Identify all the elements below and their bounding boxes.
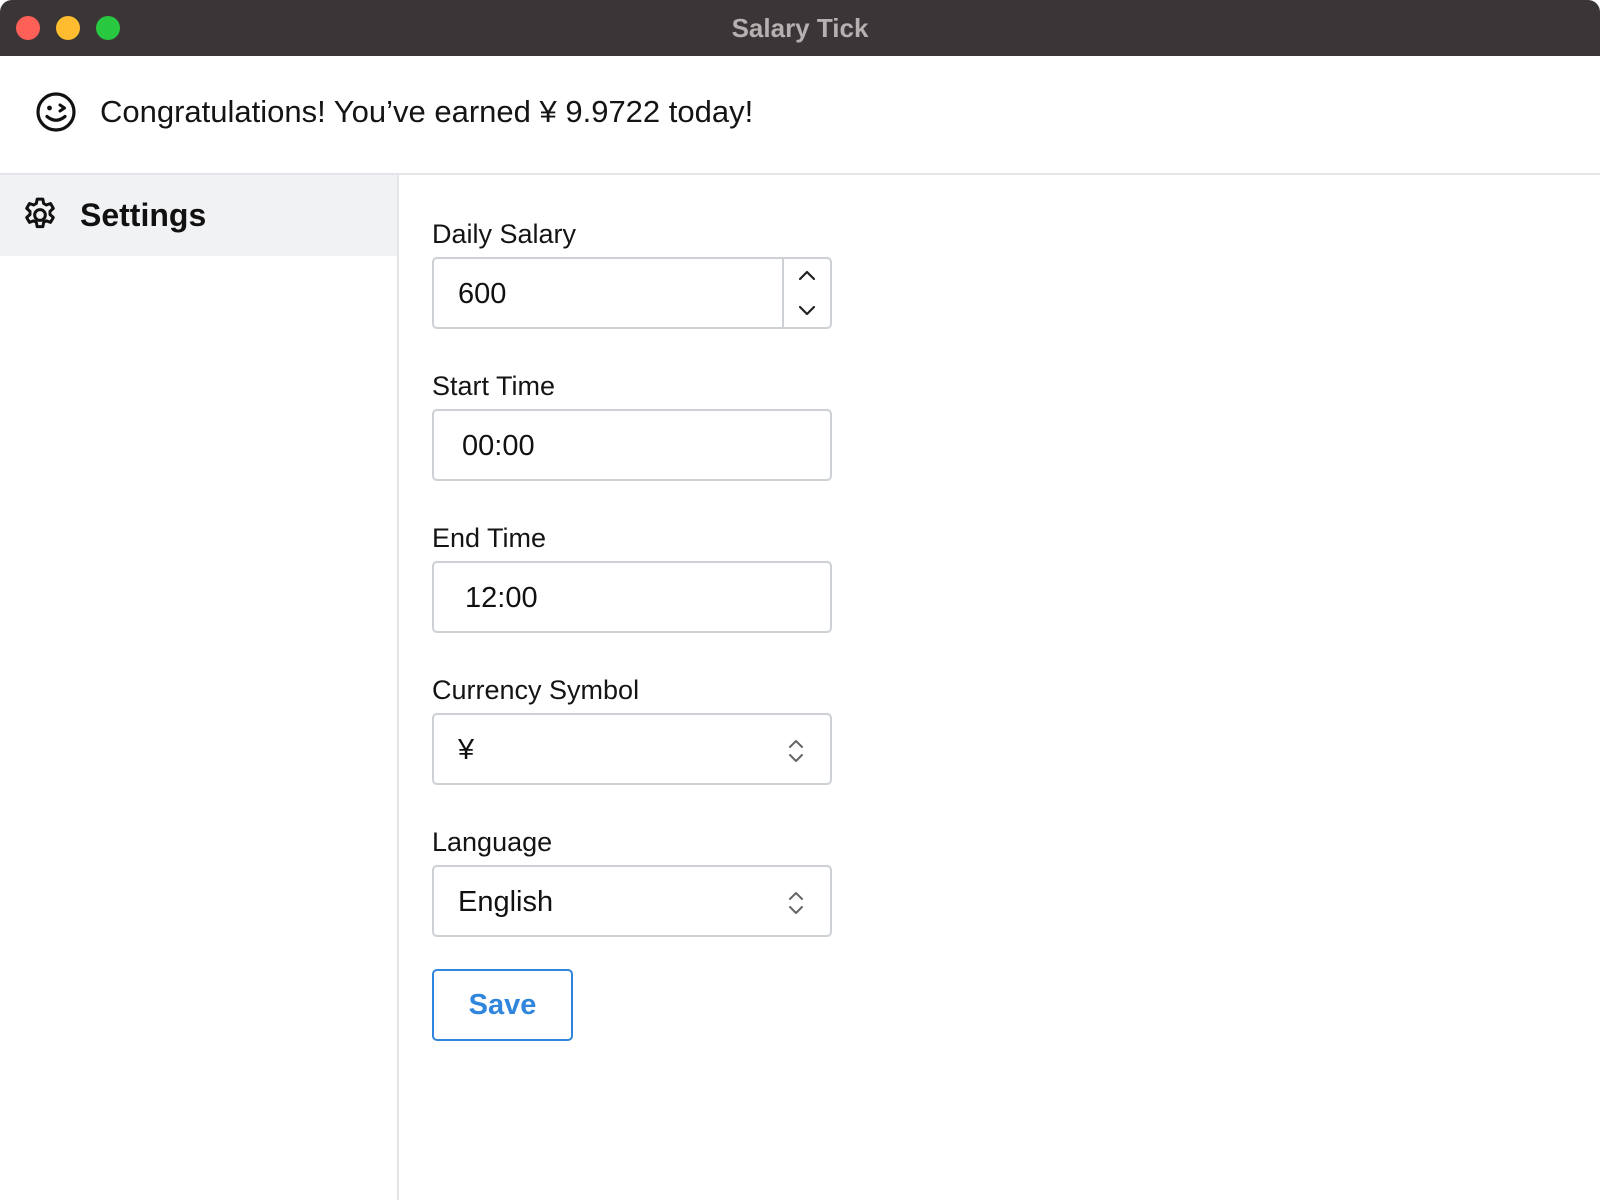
select-updown-icon — [789, 740, 803, 762]
decrement-button[interactable] — [784, 293, 830, 327]
sidebar-item-label: Settings — [80, 197, 207, 233]
increment-button[interactable] — [784, 259, 830, 293]
daily-salary-value: 600 — [458, 278, 507, 310]
end-time-value: 12:00 — [465, 582, 538, 614]
currency-symbol-select[interactable]: ¥ — [432, 713, 832, 785]
daily-salary-field[interactable]: 600 — [432, 257, 832, 329]
select-updown-icon — [789, 892, 803, 914]
title-bar: Salary Tick — [0, 0, 1600, 56]
save-button[interactable]: Save — [432, 969, 573, 1041]
currency-symbol-value: ¥ — [458, 734, 475, 766]
end-time-label: End Time — [432, 523, 547, 553]
language-label: Language — [432, 827, 553, 857]
start-time-label: Start Time — [432, 371, 556, 401]
daily-salary-stepper — [782, 259, 830, 327]
sidebar: Settings — [0, 175, 399, 1200]
chevron-down-icon — [798, 305, 816, 316]
window-title: Salary Tick — [731, 13, 869, 43]
start-time-field[interactable]: 00:00 — [432, 409, 832, 481]
earnings-message: Congratulations! You’ve earned ¥ 9.9722 … — [100, 94, 754, 129]
chevron-up-icon — [798, 270, 816, 281]
gear-icon — [25, 197, 55, 229]
earnings-banner: Congratulations! You’ve earned ¥ 9.9722 … — [0, 56, 1600, 175]
app-window: Salary Tick Congratulations! You’ve earn… — [0, 0, 1600, 1200]
language-select[interactable]: English — [432, 865, 832, 937]
start-time-value: 00:00 — [462, 430, 535, 462]
end-time-field[interactable]: 12:00 — [432, 561, 832, 633]
language-value: English — [458, 886, 554, 918]
daily-salary-label: Daily Salary — [432, 219, 577, 249]
currency-symbol-label: Currency Symbol — [432, 675, 640, 705]
smiley-wink-icon — [36, 92, 76, 132]
sidebar-item-settings[interactable]: Settings — [0, 175, 397, 256]
